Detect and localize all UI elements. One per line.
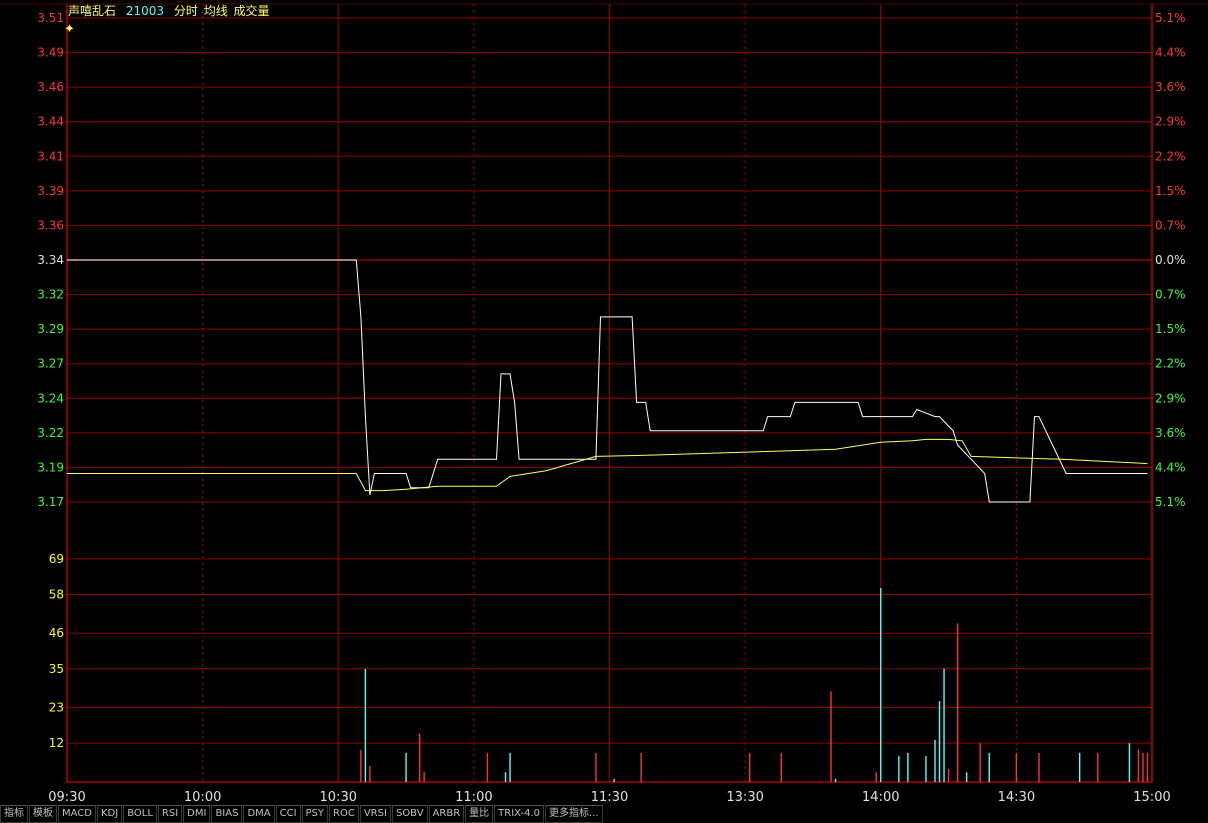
indicator-tab[interactable]: MACD: [58, 805, 96, 823]
percent-tick-label: 2.9%: [1155, 391, 1186, 405]
time-tick-label: 11:00: [455, 790, 492, 805]
percent-tick-label: 5.1%: [1155, 495, 1186, 509]
price-tick-label: 3.41: [37, 149, 64, 163]
percent-tick-label: 2.9%: [1155, 115, 1186, 129]
indicator-tab[interactable]: 模板: [29, 805, 57, 823]
percent-tick-label: 3.6%: [1155, 426, 1186, 440]
volume-tick-label: 46: [49, 626, 64, 640]
price-tick-label: 3.27: [37, 357, 64, 371]
indicator-tab[interactable]: ROC: [329, 805, 359, 823]
volume-tick-label: 23: [49, 701, 64, 715]
volume-tick-label: 12: [49, 736, 64, 750]
time-tick-label: 14:00: [862, 790, 899, 805]
percent-tick-label: 0.7%: [1155, 218, 1186, 232]
price-line: [67, 259, 1148, 503]
indicator-tab[interactable]: CCI: [275, 805, 301, 823]
indicator-tab[interactable]: DMA: [243, 805, 275, 823]
price-tick-label: 3.34: [37, 253, 64, 267]
percent-tick-label: 1.5%: [1155, 184, 1186, 198]
average-price-line: [67, 438, 1148, 492]
percent-tick-label: 0.0%: [1155, 253, 1186, 267]
indicator-tab-bar: 指标 模板 MACD KDJ BOLL RSI DMI BIAS DMA CCI PSY ROC VRS…: [0, 805, 1208, 823]
percent-tick-label: 2.2%: [1155, 149, 1186, 163]
time-tick-label: 13:30: [726, 790, 763, 805]
indicator-tab[interactable]: KDJ: [96, 805, 123, 823]
volume-tick-label: 58: [49, 587, 64, 601]
percent-tick-label: 3.6%: [1155, 80, 1186, 94]
time-tick-label: 09:30: [48, 790, 85, 805]
indicator-tab[interactable]: RSI: [157, 805, 183, 823]
crosshair-star-icon: ✦: [64, 22, 75, 37]
indicator-tab[interactable]: PSY: [301, 805, 329, 823]
indicator-tab[interactable]: TRIX-4.0: [494, 805, 545, 823]
time-tick-label: 14:30: [998, 790, 1035, 805]
price-tick-label: 3.19: [37, 460, 64, 474]
time-tick-label: 11:30: [591, 790, 628, 805]
price-tick-label: 3.46: [37, 80, 64, 94]
time-tick-label: 10:30: [320, 790, 357, 805]
indicator-tab[interactable]: 指标: [0, 805, 28, 823]
indicator-tab[interactable]: BIAS: [211, 805, 243, 823]
percent-tick-label: 4.4%: [1155, 46, 1186, 60]
volume-tick-label: 69: [49, 552, 64, 566]
price-tick-label: 3.51: [37, 11, 64, 25]
intraday-chart[interactable]: 3.51 5.1% 3.49 4.4% 3.46 3.6% 3.44 2.9% 3.41 2.2%…: [0, 0, 1208, 806]
price-tick-label: 3.22: [37, 426, 64, 440]
indicator-tab[interactable]: 量比: [465, 805, 494, 823]
indicator-tab[interactable]: ARBR: [428, 805, 465, 823]
volume-tick-label: 35: [49, 662, 64, 676]
price-tick-label: 3.44: [37, 115, 64, 129]
percent-tick-label: 0.7%: [1155, 288, 1186, 302]
price-tick-label: 3.39: [37, 184, 64, 198]
percent-tick-label: 2.2%: [1155, 357, 1186, 371]
price-tick-label: 3.29: [37, 322, 64, 336]
indicator-tab[interactable]: 更多指标...: [545, 805, 603, 823]
indicator-tab[interactable]: VRSI: [359, 805, 391, 823]
price-tick-label: 3.49: [37, 46, 64, 60]
indicator-tab[interactable]: SOBV: [391, 805, 428, 823]
percent-tick-label: 5.1%: [1155, 11, 1186, 25]
time-tick-label: 10:00: [184, 790, 221, 805]
price-tick-label: 3.17: [37, 495, 64, 509]
price-tick-label: 3.36: [37, 218, 64, 232]
percent-tick-label: 4.4%: [1155, 460, 1186, 474]
indicator-tab[interactable]: DMI: [183, 805, 211, 823]
price-tick-label: 3.32: [37, 288, 64, 302]
price-tick-label: 3.24: [37, 391, 64, 405]
percent-tick-label: 1.5%: [1155, 322, 1186, 336]
time-tick-label: 15:00: [1133, 790, 1170, 805]
indicator-tab[interactable]: BOLL: [123, 805, 157, 823]
